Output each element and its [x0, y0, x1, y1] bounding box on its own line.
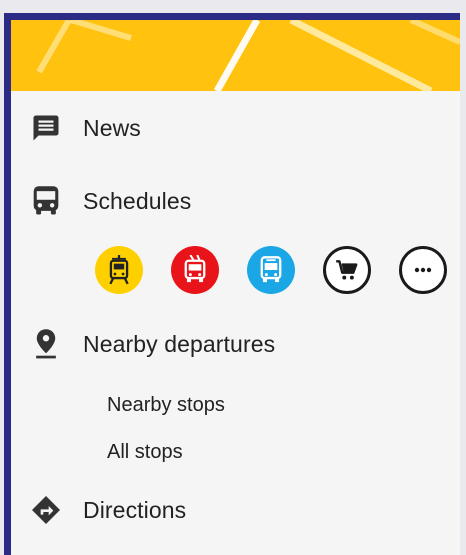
directions-icon	[29, 493, 63, 527]
menu-item-nearby-departures[interactable]: Nearby departures	[11, 316, 460, 372]
more-button[interactable]	[399, 246, 447, 294]
menu-item-label: News	[83, 114, 141, 141]
tram-button[interactable]	[95, 246, 143, 294]
trolleybus-icon	[184, 255, 206, 283]
header-pattern	[36, 20, 460, 91]
transport-mode-row	[95, 246, 447, 298]
more-icon	[414, 267, 432, 273]
bus-button[interactable]	[247, 246, 295, 294]
menu-item-label: Directions	[83, 496, 187, 523]
menu-item-label: Schedules	[83, 187, 192, 214]
navigation-drawer: News Schedules Nearby departures Nearby …	[4, 13, 460, 555]
trolleybus-button[interactable]	[171, 246, 219, 294]
menu-item-directions[interactable]: Directions	[11, 482, 460, 538]
submenu-nearby-stops[interactable]: Nearby stops	[107, 394, 225, 417]
drawer-header	[11, 20, 460, 91]
shopping-cart-icon	[336, 260, 358, 280]
menu-item-label: Nearby departures	[83, 330, 276, 357]
bus-icon	[260, 256, 282, 283]
menu-item-news[interactable]: News	[11, 100, 460, 156]
bus-icon	[29, 184, 63, 218]
menu-item-schedules[interactable]: Schedules	[11, 173, 460, 229]
submenu-all-stops[interactable]: All stops	[107, 441, 183, 464]
message-icon	[29, 111, 63, 145]
location-pin-icon	[29, 327, 63, 361]
shop-button[interactable]	[323, 246, 371, 294]
tram-icon	[109, 255, 129, 285]
